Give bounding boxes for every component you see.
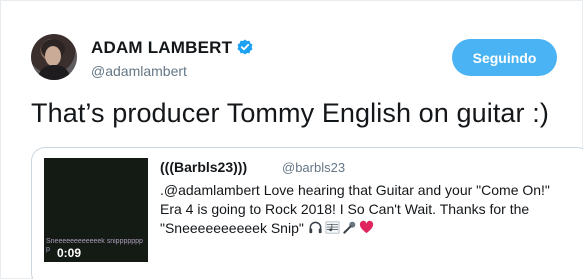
microphone-icon xyxy=(343,221,356,234)
quoted-text-block: .@adamlambert Love hearing that Guitar a… xyxy=(160,181,575,238)
musical-score-icon xyxy=(325,221,340,234)
avatar-icon xyxy=(37,39,71,80)
author-avatar[interactable] xyxy=(31,34,77,80)
author-display-name[interactable]: ADAM LAMBERT xyxy=(91,38,232,58)
emoji-row xyxy=(308,220,374,235)
headphones-icon xyxy=(309,221,322,234)
following-button[interactable]: Seguindo xyxy=(452,39,557,76)
quoted-video[interactable]: Sneeeeeeeeeeeek snipppppppp 0:09 xyxy=(44,158,148,262)
quoted-display-name[interactable]: (((Barbls23))) xyxy=(160,159,247,175)
quoted-tweet[interactable]: Sneeeeeeeeeeeek snipppppppp 0:09 (((Barb… xyxy=(31,147,583,279)
heart-icon xyxy=(359,220,373,234)
author-handle[interactable]: @adamlambert xyxy=(91,63,187,79)
tweet-text: That’s producer Tommy English on guitar … xyxy=(31,98,549,128)
tweet-card: ADAM LAMBERT @adamlambert Seguindo That’… xyxy=(0,0,583,279)
video-duration: 0:09 xyxy=(57,246,82,260)
verified-badge-icon xyxy=(237,39,253,55)
quoted-handle[interactable]: @barbls23 xyxy=(282,160,345,175)
